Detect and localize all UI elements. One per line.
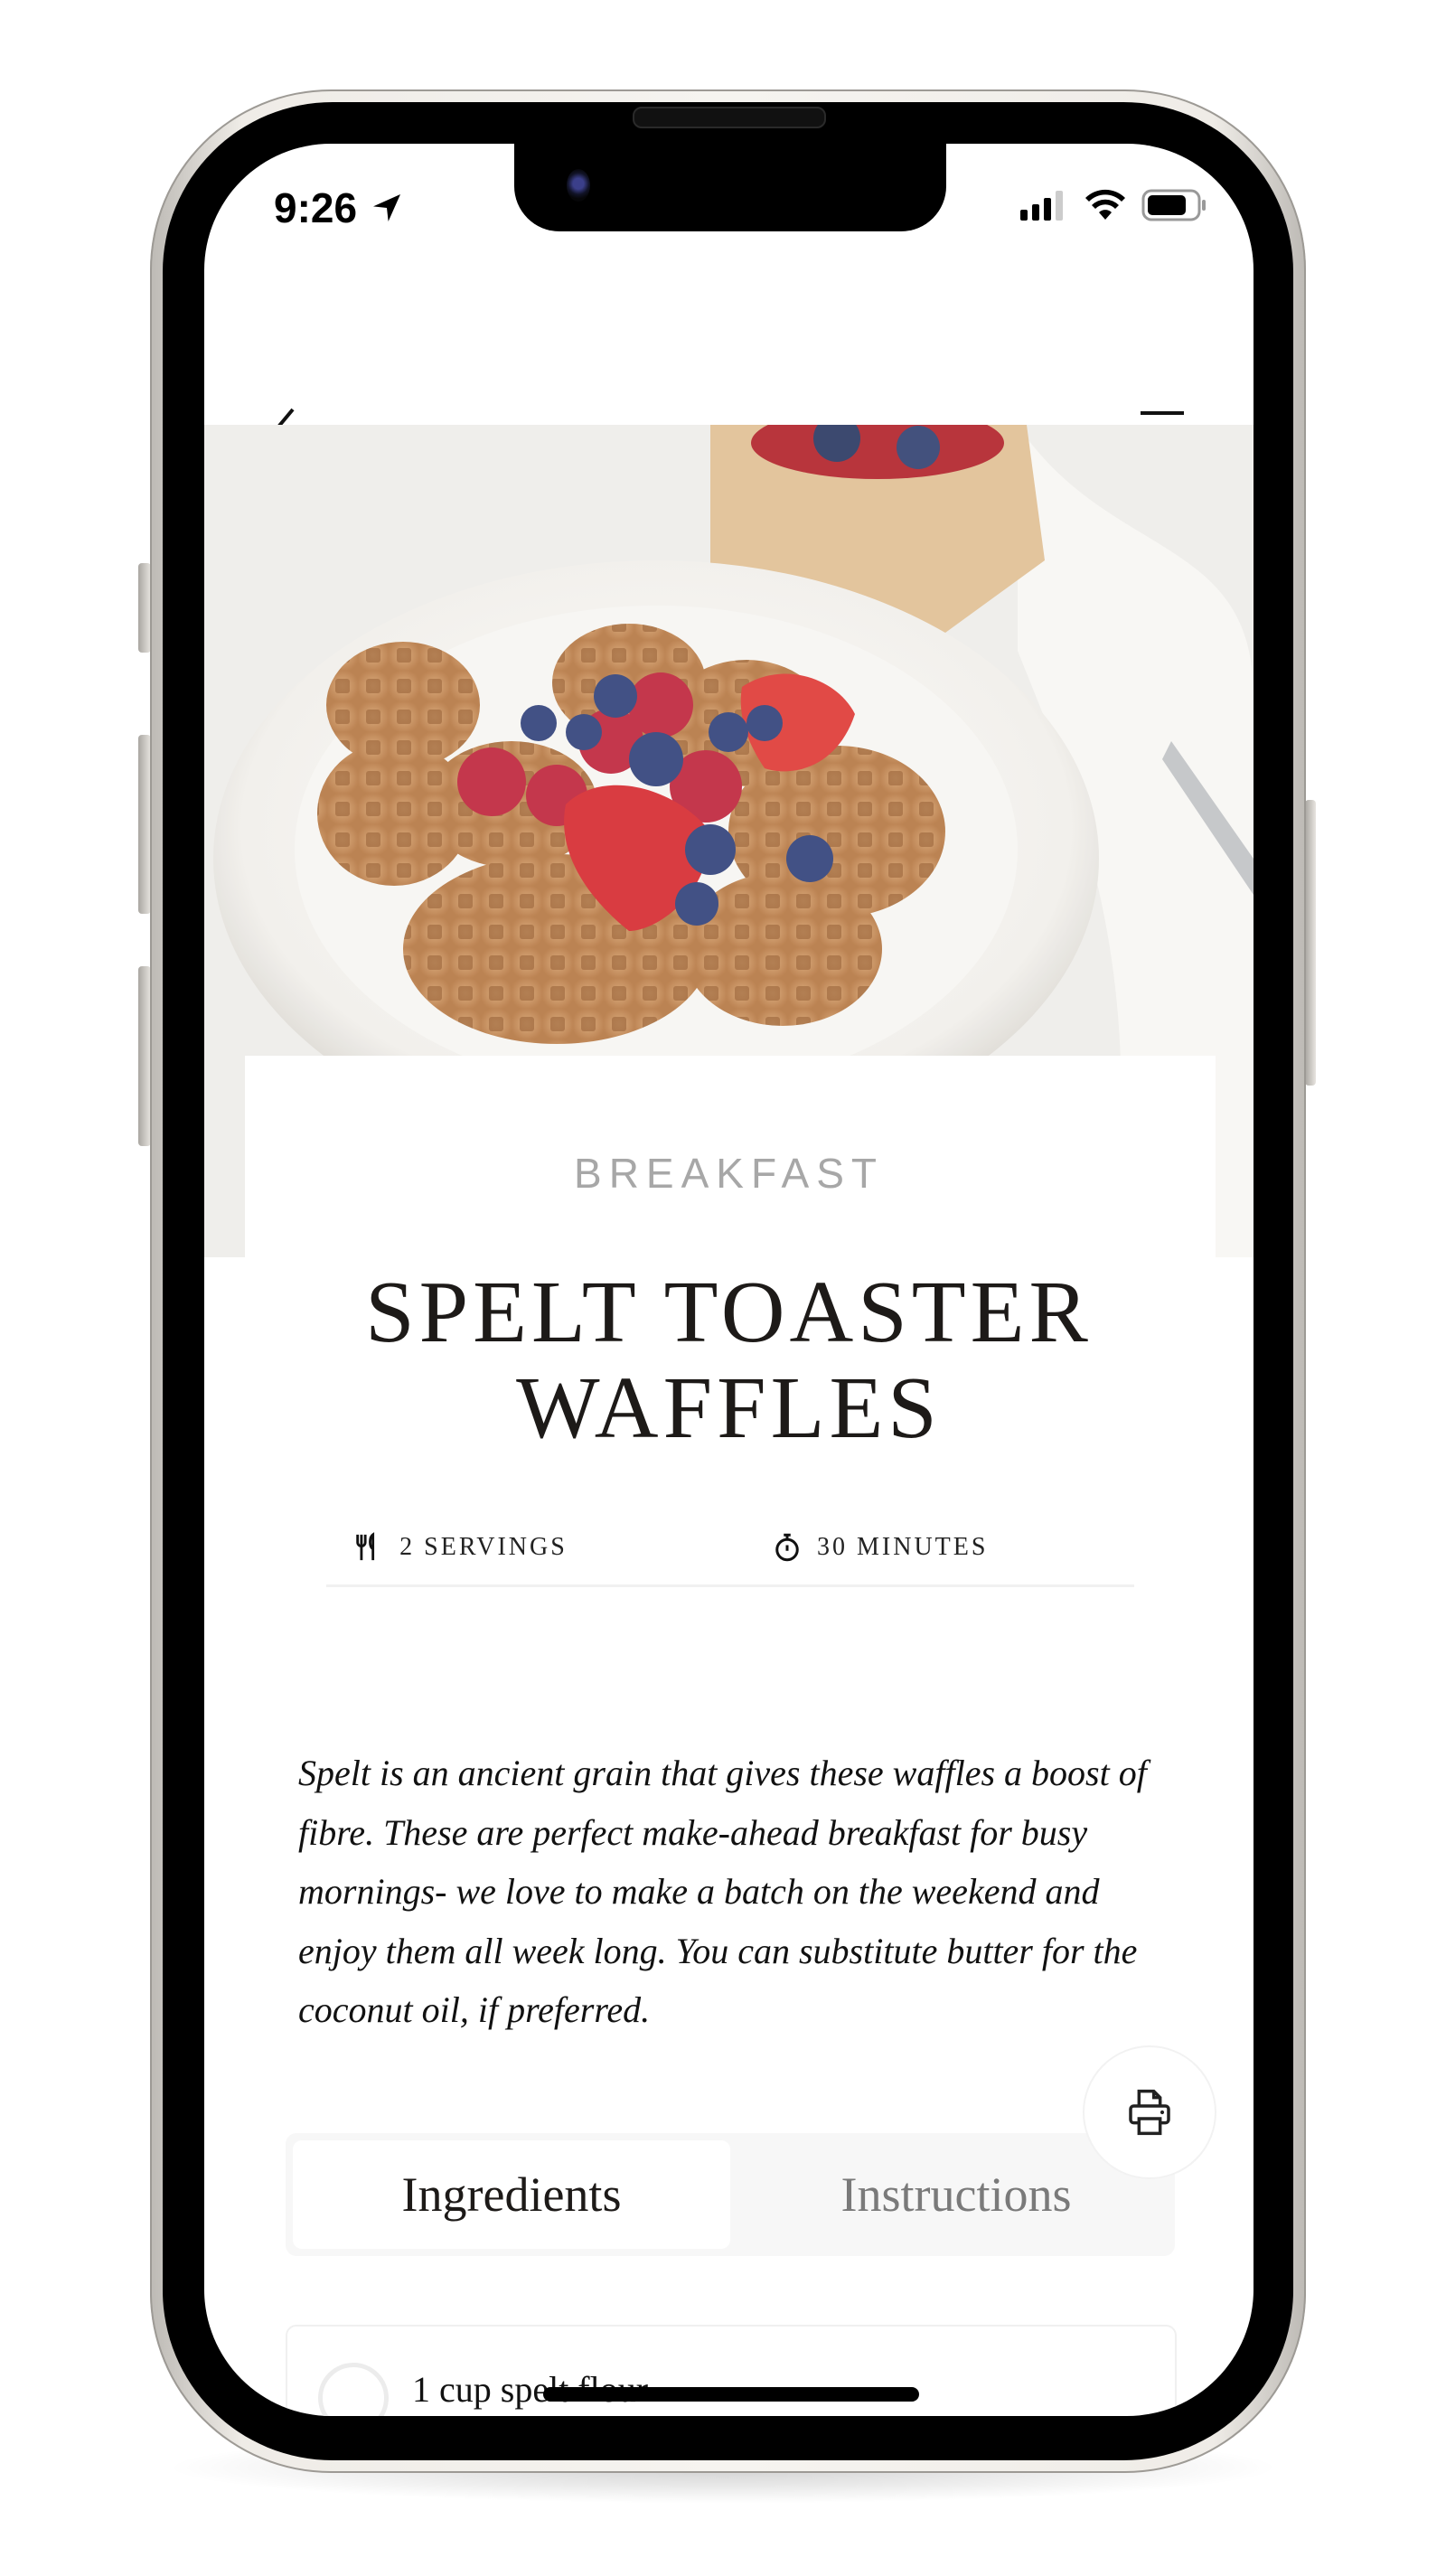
notch: [514, 144, 946, 231]
home-indicator[interactable]: [543, 2387, 919, 2402]
speaker-grille: [633, 107, 826, 128]
recipe-description: Spelt is an ancient grain that gives the…: [298, 1753, 1147, 2030]
silent-switch: [138, 563, 151, 653]
app-screen: 9:26 BREAKFAST SPELT TOASTER WAFFLES 2 S…: [204, 144, 1254, 2416]
divider: [326, 1584, 1134, 1587]
location-arrow-icon: [372, 194, 400, 221]
recipe-title: SPELT TOASTER WAFFLES: [365, 1264, 1093, 1457]
wifi-icon: [1085, 189, 1125, 220]
ingredient-checkbox[interactable]: [318, 2363, 389, 2416]
volume-up-button: [138, 735, 151, 914]
status-icons: [1020, 189, 1208, 221]
servings-info: 2 SERVINGS: [230, 1532, 690, 1563]
power-button: [1305, 800, 1316, 1086]
recipe-card: [245, 1056, 1216, 2231]
tab-ingredients[interactable]: Ingredients: [293, 2140, 730, 2249]
front-camera: [567, 169, 590, 202]
cellular-signal-icon: [1020, 191, 1063, 221]
volume-down-button: [138, 966, 151, 1146]
status-time: 9:26: [274, 183, 405, 232]
fork-knife-icon: [356, 1532, 375, 1561]
time-info: 30 MINUTES: [737, 1532, 1235, 1563]
printer-icon: [1129, 2089, 1170, 2136]
recipe-category: BREAKFAST: [574, 1150, 884, 1197]
recipe-tabs: Ingredients Instructions: [286, 2133, 1175, 2256]
print-button[interactable]: [1083, 2045, 1216, 2179]
stopwatch-icon: [775, 1533, 799, 1562]
ingredient-list: 1 cup spelt flour: [286, 2325, 1177, 2416]
battery-icon: [1141, 189, 1206, 221]
